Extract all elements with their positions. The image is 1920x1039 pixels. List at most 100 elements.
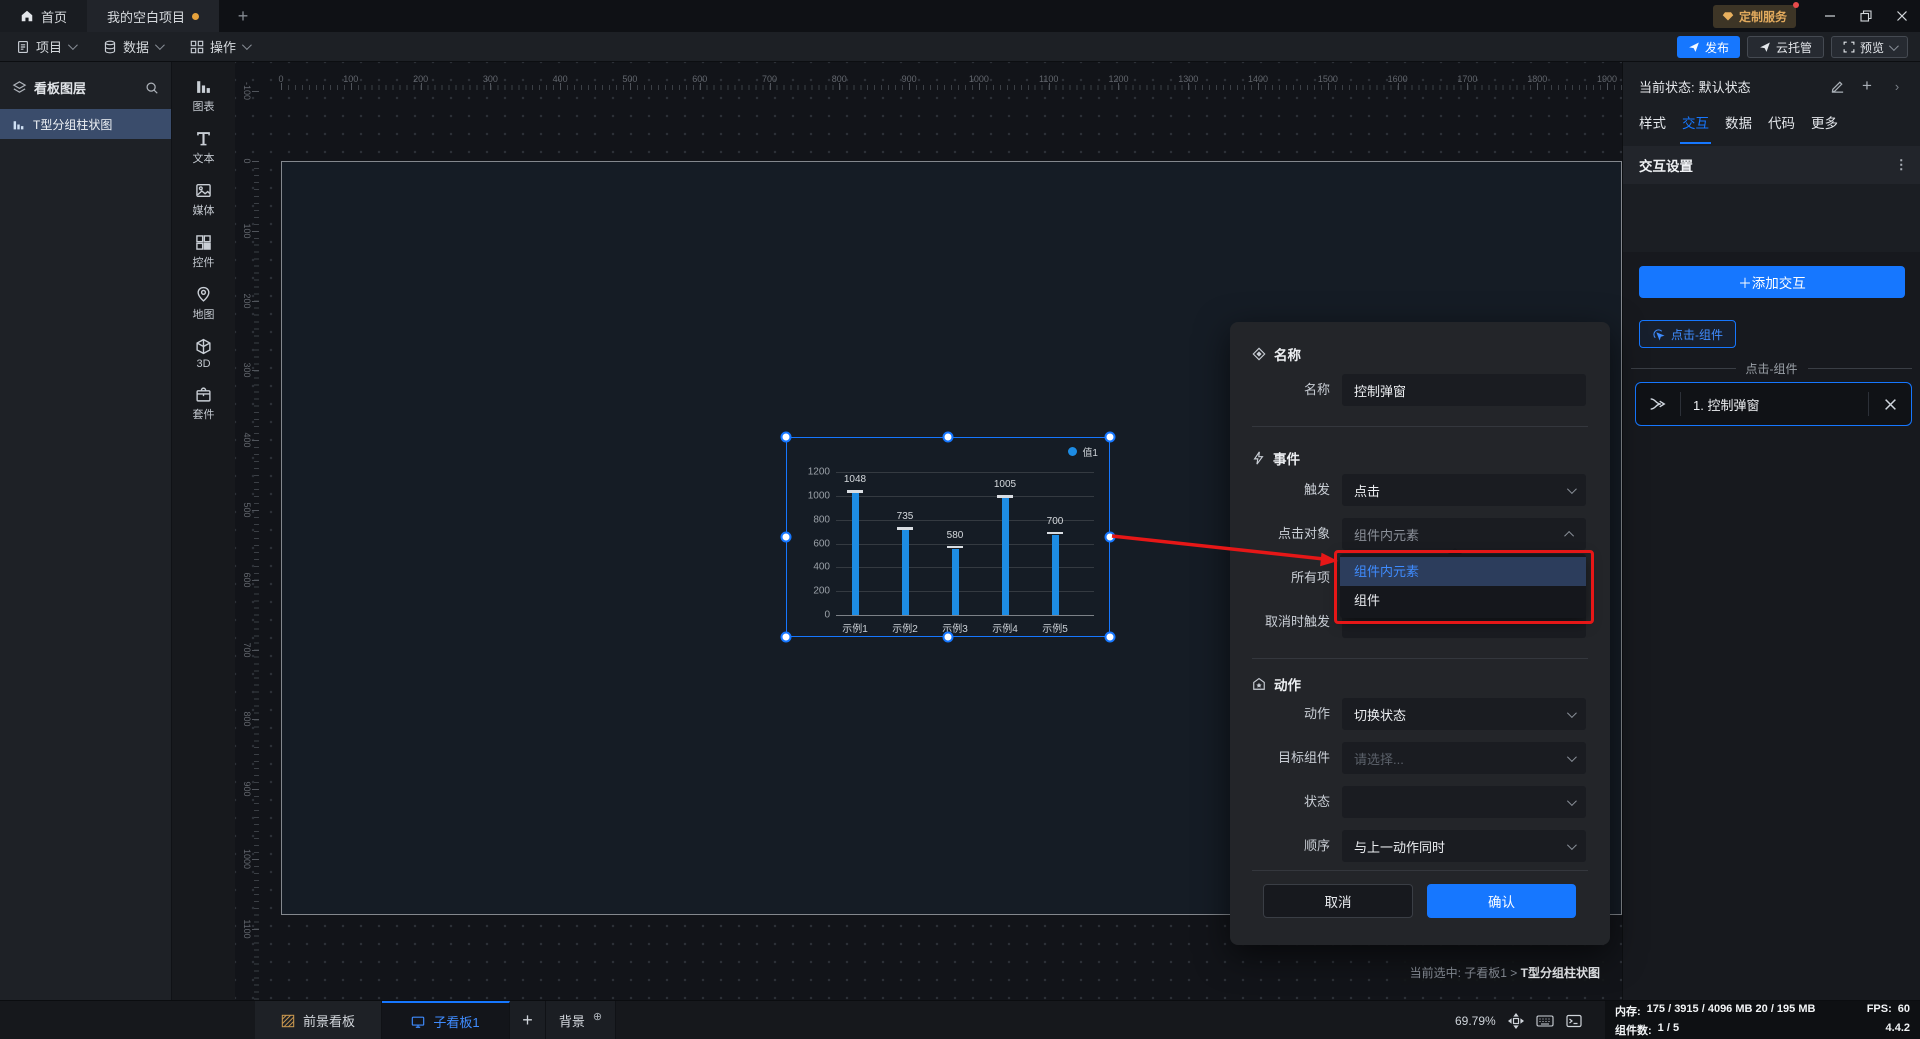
- add-interaction-button[interactable]: ＋添加交互: [1639, 266, 1905, 298]
- console-button[interactable]: [1566, 1014, 1582, 1028]
- name-field-label: 名称: [1230, 374, 1330, 406]
- settings-tabs: 样式 交互 数据 代码 更多: [1623, 106, 1920, 146]
- add-state-button[interactable]: +: [1854, 76, 1880, 96]
- annotation-red-box: [1334, 550, 1594, 624]
- custom-service-label: 定制服务: [1739, 8, 1787, 25]
- board-tabs: 前景看板 子看板1 + 背景 ⊕: [255, 1001, 616, 1039]
- h-ruler-major-tick: [490, 83, 491, 90]
- collapse-panel-button[interactable]: ›: [1884, 79, 1910, 94]
- cloud-hosting-button[interactable]: 云托管: [1747, 36, 1824, 58]
- more-options-icon[interactable]: ⋮: [1895, 157, 1909, 173]
- database-icon: [103, 40, 117, 54]
- click-object-select[interactable]: 组件内元素: [1342, 518, 1586, 550]
- resize-handle-middle-left[interactable]: [781, 532, 792, 543]
- tab-data[interactable]: 数据: [1725, 112, 1752, 146]
- menu-project[interactable]: 项目: [16, 37, 75, 56]
- tab-home[interactable]: 首页: [0, 0, 87, 32]
- interaction-group-divider: 点击-组件: [1631, 360, 1912, 377]
- resize-handle-bottom-left[interactable]: [781, 632, 792, 643]
- layer-item-t-bar-chart[interactable]: T型分组柱状图: [0, 109, 171, 139]
- resize-handle-bottom-right[interactable]: [1105, 632, 1116, 643]
- tab-more[interactable]: 更多: [1811, 112, 1838, 146]
- edit-state-button[interactable]: [1824, 79, 1850, 94]
- v-ruler-major-tick: [252, 789, 259, 790]
- cancel-trigger-label: 取消时触发: [1230, 606, 1330, 638]
- h-ruler-major-tick: [1398, 83, 1399, 90]
- add-board-button[interactable]: +: [510, 1001, 546, 1039]
- h-ruler-major-tick: [1188, 83, 1189, 90]
- v-ruler-major-tick: [252, 370, 259, 371]
- name-input[interactable]: 控制弹窗: [1342, 374, 1586, 406]
- zoom-percent[interactable]: 69.79%: [1455, 1014, 1496, 1028]
- interaction-chip-click-component[interactable]: 点击-组件: [1639, 320, 1736, 348]
- v-ruler-major-tick: [252, 161, 259, 162]
- shortcut-keys-button[interactable]: [1536, 1014, 1554, 1028]
- toolbar-item-text[interactable]: 文本: [172, 122, 235, 174]
- action-section-title: 动作: [1252, 674, 1301, 694]
- v-ruler-label: -100: [242, 82, 252, 100]
- menu-actions[interactable]: 操作: [190, 37, 249, 56]
- tab-style[interactable]: 样式: [1639, 112, 1666, 146]
- toolbar-item-widgets[interactable]: 控件: [172, 226, 235, 278]
- window-minimize-button[interactable]: [1812, 0, 1848, 32]
- h-ruler-major-tick: [700, 83, 701, 90]
- titlebar-right: 定制服务: [1713, 0, 1920, 32]
- tab-project[interactable]: 我的空白项目: [87, 0, 219, 32]
- state-select[interactable]: [1342, 786, 1586, 818]
- interaction-config-modal: 名称 名称 控制弹窗 事件 触发 点击 点击对象 组件内元素 所有项 取消时触发…: [1230, 322, 1610, 945]
- new-tab-button[interactable]: +: [231, 6, 255, 27]
- t-bar-chart-component[interactable]: 值1 0200400600800100012001048示例1735示例2580…: [786, 437, 1110, 637]
- h-ruler-major-tick: [1328, 83, 1329, 90]
- version-number: 4.4.2: [1886, 1022, 1910, 1038]
- resize-handle-bottom-center[interactable]: [943, 632, 954, 643]
- toolbar-item-media[interactable]: 媒体: [172, 174, 235, 226]
- action-select[interactable]: 切换状态: [1342, 698, 1586, 730]
- name-section-title: 名称: [1252, 344, 1301, 364]
- h-ruler-major-tick: [630, 83, 631, 90]
- v-ruler-label: 600: [242, 572, 252, 587]
- search-icon[interactable]: [145, 81, 159, 95]
- tab-foreground-board[interactable]: 前景看板: [255, 1001, 382, 1039]
- toolbar-item-map[interactable]: 地图: [172, 278, 235, 330]
- custom-service-badge[interactable]: 定制服务: [1713, 5, 1796, 28]
- fit-screen-button[interactable]: [1508, 1013, 1524, 1029]
- toolbar-item-kit[interactable]: 套件: [172, 378, 235, 430]
- resize-handle-top-left[interactable]: [781, 432, 792, 443]
- window-close-button[interactable]: [1884, 0, 1920, 32]
- preview-button[interactable]: 预览: [1831, 36, 1908, 58]
- diamond-icon: [1722, 10, 1734, 22]
- delete-interaction-button[interactable]: [1869, 398, 1911, 411]
- components-value: 1 / 5: [1658, 1022, 1679, 1038]
- confirm-button[interactable]: 确认: [1427, 884, 1576, 918]
- tab-code[interactable]: 代码: [1768, 112, 1795, 146]
- selection-border: [786, 437, 1110, 637]
- interaction-item-control-popup[interactable]: 1. 控制弹窗: [1635, 382, 1912, 426]
- menu-data[interactable]: 数据: [103, 37, 162, 56]
- layer-item-label: T型分组柱状图: [33, 116, 112, 133]
- tab-home-label: 首页: [41, 7, 67, 26]
- tab-background[interactable]: 背景 ⊕: [546, 1001, 616, 1039]
- publish-button[interactable]: 发布: [1677, 36, 1740, 58]
- cancel-button[interactable]: 取消: [1263, 884, 1413, 918]
- toolbar-item-3d[interactable]: 3D: [172, 330, 235, 378]
- resize-handle-middle-right[interactable]: [1105, 532, 1116, 543]
- tab-sub-board-1[interactable]: 子看板1: [382, 1001, 510, 1039]
- tab-interaction[interactable]: 交互: [1682, 112, 1709, 146]
- bar-chart-icon: [12, 118, 25, 131]
- bottom-bar: 前景看板 子看板1 + 背景 ⊕ 69.79%: [0, 1000, 1920, 1039]
- chevron-down-icon: [1567, 840, 1577, 850]
- board-monitor-icon: [411, 1015, 425, 1029]
- fit-screen-icon: [1508, 1013, 1524, 1029]
- fps-value: 60: [1898, 1003, 1910, 1019]
- resize-handle-top-right[interactable]: [1105, 432, 1116, 443]
- target-component-select[interactable]: 请选择...: [1342, 742, 1586, 774]
- window-restore-button[interactable]: [1848, 0, 1884, 32]
- order-select[interactable]: 与上一动作同时: [1342, 830, 1586, 862]
- toolbar-item-charts[interactable]: 图表: [172, 70, 235, 122]
- chevron-down-icon: [68, 40, 78, 50]
- chevron-down-icon: [242, 40, 252, 50]
- settings-panel: 当前状态: 默认状态 + › 样式 交互 数据 代码 更多 交互设置 ⋮ ＋添加…: [1622, 62, 1920, 1039]
- current-state-label: 当前状态:: [1639, 77, 1695, 96]
- trigger-select[interactable]: 点击: [1342, 474, 1586, 506]
- resize-handle-top-center[interactable]: [943, 432, 954, 443]
